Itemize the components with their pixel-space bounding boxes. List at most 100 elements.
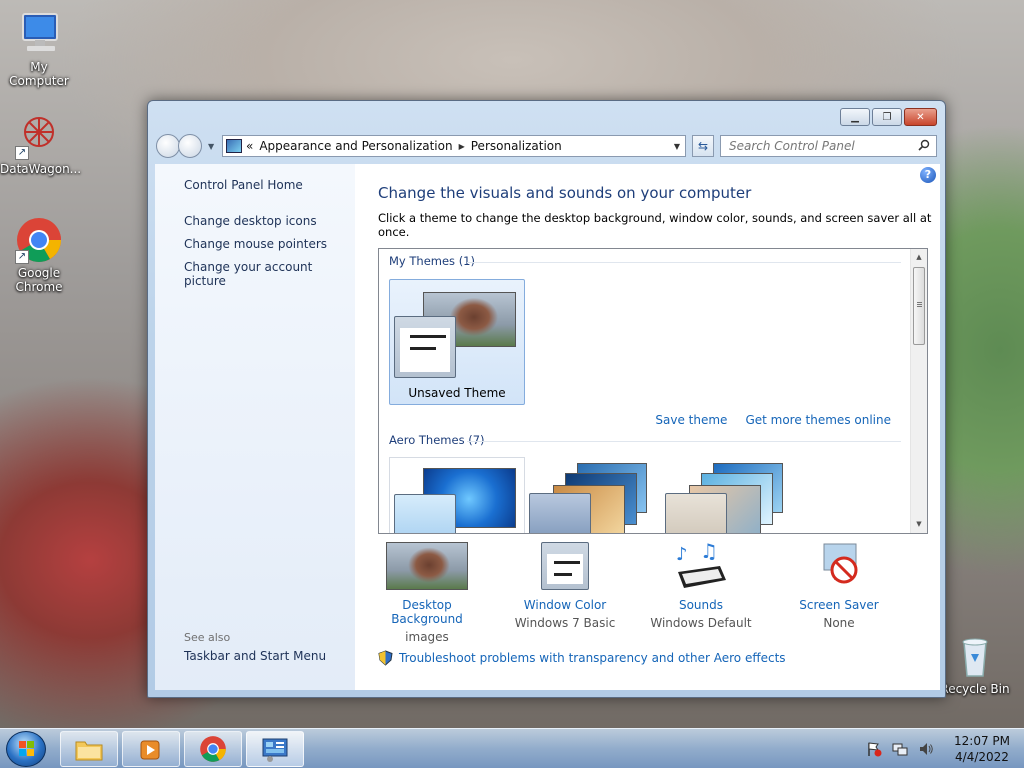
troubleshoot-aero-link[interactable]: Troubleshoot problems with transparency … [399, 651, 786, 665]
my-themes-label: My Themes (1) [389, 254, 475, 268]
taskbar-control-panel-button[interactable] [246, 731, 304, 767]
taskbar-chrome-button[interactable] [184, 731, 242, 767]
breadcrumb-personalization[interactable]: Personalization [471, 139, 562, 153]
forward-button[interactable] [178, 134, 202, 158]
back-button[interactable] [156, 134, 180, 158]
refresh-icon: ⇆ [697, 139, 709, 153]
scroll-thumb[interactable] [913, 267, 925, 345]
maximize-button[interactable]: ❐ [872, 108, 902, 126]
setting-window-color[interactable]: Window Color Windows 7 Basic [505, 542, 625, 630]
volume-icon[interactable] [918, 741, 934, 757]
sidebar-link-account-picture[interactable]: Change your account picture [184, 260, 355, 288]
search-input[interactable]: Search Control Panel [720, 135, 937, 157]
section-divider [467, 262, 901, 263]
sidebar-link-desktop-icons[interactable]: Change desktop icons [184, 214, 355, 228]
sidebar: Control Panel Home Change desktop icons … [155, 164, 355, 690]
search-icon[interactable] [918, 139, 930, 151]
desktop-icon-my-computer[interactable]: My Computer [0, 10, 78, 88]
media-player-icon [140, 740, 160, 760]
refresh-button[interactable]: ⇆ [692, 135, 714, 157]
setting-desktop-background[interactable]: Desktop Background images [367, 542, 487, 644]
theme-name: Unsaved Theme [408, 386, 506, 400]
svg-text:♪: ♪ [676, 544, 688, 565]
theme-tile-unsaved[interactable]: Unsaved Theme [389, 279, 525, 405]
shortcut-arrow-icon: ↗ [15, 250, 29, 264]
taskbar-clock[interactable]: 12:07 PM 4/4/2022 [954, 733, 1010, 765]
datawagon-logo-icon: ↗ [15, 112, 63, 160]
theme-settings: Desktop Background images Window Color W… [379, 539, 909, 644]
setting-sounds[interactable]: ♪ ♫ Sounds Windows Default [641, 539, 761, 630]
clock-time: 12:07 PM [954, 734, 1010, 748]
screen-saver-icon [798, 542, 880, 590]
recycle-bin-icon [951, 632, 999, 680]
scroll-down-icon[interactable]: ▼ [911, 516, 927, 533]
desktop-icon-recycle-bin[interactable]: Recycle Bin [936, 632, 1014, 696]
setting-label[interactable]: Screen Saver [799, 598, 878, 612]
clock-date: 4/4/2022 [955, 750, 1009, 764]
address-dropdown-icon[interactable]: ▼ [674, 142, 680, 151]
theme-window-preview [394, 316, 456, 378]
windows-logo-icon [19, 741, 34, 756]
theme-window-preview [665, 493, 727, 533]
main-panel: ? Change the visuals and sounds on your … [355, 164, 940, 690]
setting-screen-saver[interactable]: Screen Saver None [779, 542, 899, 630]
save-theme-link[interactable]: Save theme [655, 413, 727, 427]
theme-list: My Themes (1) Unsaved Theme Save theme G… [378, 248, 928, 534]
network-icon[interactable] [892, 741, 908, 757]
desktop-icon-google-chrome[interactable]: ↗ Google Chrome [0, 216, 78, 294]
chrome-icon [200, 736, 226, 762]
desktop-icon-label: My Computer [9, 60, 69, 88]
action-center-flag-icon[interactable] [866, 741, 882, 757]
page-description: Click a theme to change the desktop back… [378, 211, 932, 239]
folder-icon [75, 741, 103, 761]
theme-list-scrollbar[interactable]: ▲ ▼ [910, 249, 927, 533]
recent-pages-dropdown-icon[interactable]: ▼ [208, 142, 216, 151]
section-divider [467, 441, 901, 442]
setting-value: None [823, 616, 855, 630]
start-button[interactable] [6, 731, 46, 767]
svg-text:♫: ♫ [700, 542, 718, 563]
setting-value: images [405, 630, 449, 644]
taskbar-explorer-button[interactable] [60, 731, 118, 767]
shield-icon [378, 650, 393, 666]
address-overflow-chevron[interactable]: « [246, 139, 253, 153]
minimize-button[interactable]: ▁ [840, 108, 870, 126]
navigation-bar: ▼ « Appearance and Personalization ▶ Per… [156, 132, 937, 160]
desktop-icon-datawagon[interactable]: ↗ DataWagon... [0, 112, 81, 176]
theme-tile-characters[interactable] [661, 457, 797, 533]
scroll-up-icon[interactable]: ▲ [911, 249, 927, 266]
desktop-background-icon [386, 542, 468, 590]
theme-tile-architecture[interactable] [525, 457, 661, 533]
breadcrumb-separator-icon[interactable]: ▶ [459, 142, 465, 151]
theme-window-preview [529, 493, 591, 533]
sounds-icon: ♪ ♫ [660, 539, 742, 590]
sidebar-link-mouse-pointers[interactable]: Change mouse pointers [184, 237, 355, 251]
personalization-window: ▁ ❐ ✕ ▼ « Appearance and Personalization… [147, 100, 946, 698]
see-also-label: See also [184, 631, 231, 644]
control-panel-icon [262, 738, 288, 762]
window-content: Control Panel Home Change desktop icons … [155, 164, 940, 690]
taskbar-media-player-button[interactable] [122, 731, 180, 767]
aero-themes-label: Aero Themes (7) [389, 433, 485, 447]
control-panel-icon [226, 139, 242, 153]
setting-label[interactable]: Sounds [679, 598, 723, 612]
close-icon: ✕ [916, 111, 925, 123]
caption-buttons: ▁ ❐ ✕ [840, 108, 937, 126]
shortcut-arrow-icon: ↗ [15, 146, 29, 160]
theme-actions: Save theme Get more themes online [655, 413, 891, 427]
troubleshoot-row: Troubleshoot problems with transparency … [378, 650, 786, 666]
window-color-icon [541, 542, 589, 590]
breadcrumb-appearance[interactable]: Appearance and Personalization [259, 139, 452, 153]
close-button[interactable]: ✕ [904, 108, 937, 126]
setting-label[interactable]: Desktop Background [391, 598, 463, 626]
theme-window-preview [394, 494, 456, 533]
setting-label[interactable]: Window Color [524, 598, 606, 612]
address-bar[interactable]: « Appearance and Personalization ▶ Perso… [222, 135, 686, 157]
setting-value: Windows Default [650, 616, 752, 630]
sidebar-link-taskbar-start-menu[interactable]: Taskbar and Start Menu [184, 649, 326, 663]
theme-tile-windows-7[interactable] [389, 457, 525, 533]
get-more-themes-link[interactable]: Get more themes online [745, 413, 891, 427]
help-icon[interactable]: ? [920, 167, 936, 183]
sidebar-link-control-panel-home[interactable]: Control Panel Home [184, 178, 355, 192]
chrome-icon: ↗ [15, 216, 63, 264]
